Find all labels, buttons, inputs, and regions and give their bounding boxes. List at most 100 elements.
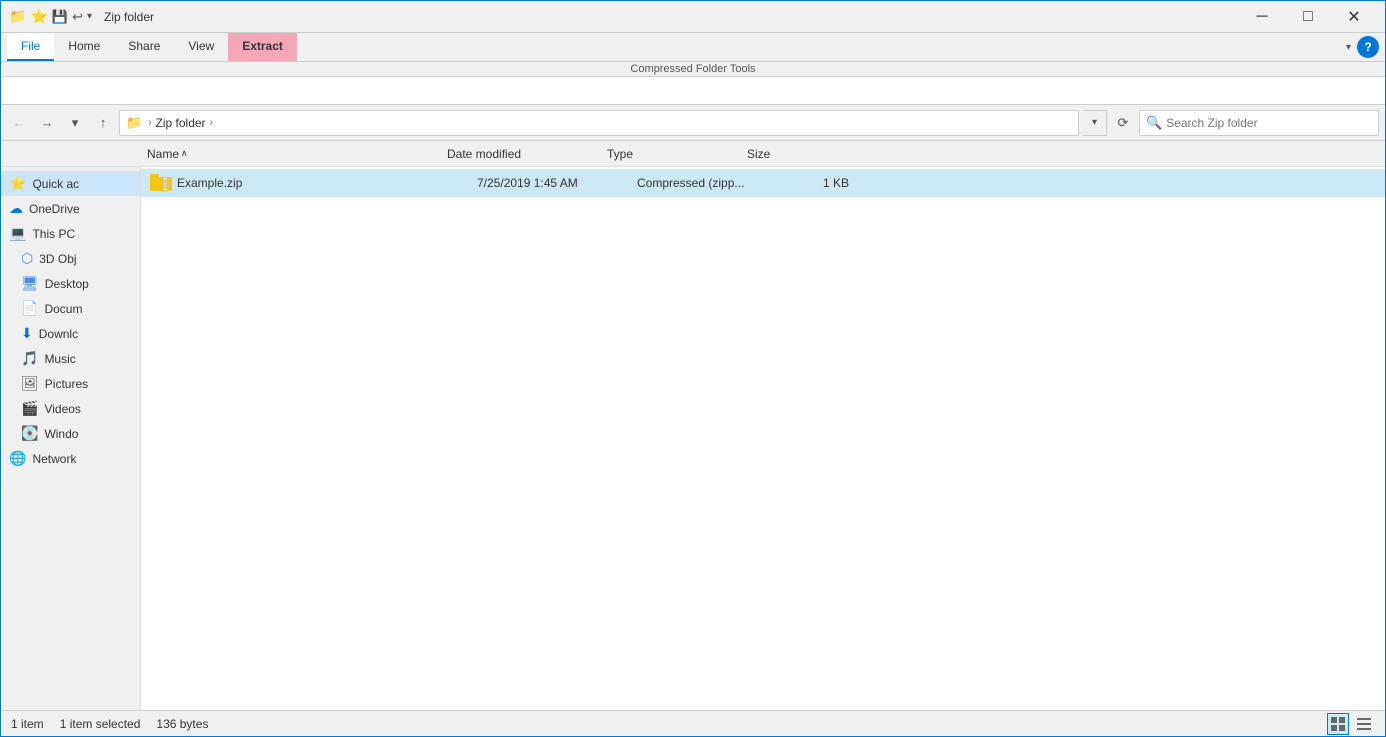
undo-icon: ↩ (72, 9, 83, 25)
sidebar-item-music[interactable]: 🎵 Music (1, 346, 140, 371)
view-details-button[interactable] (1327, 713, 1349, 735)
column-header-type[interactable]: Type (601, 147, 741, 161)
sidebar-item-documents[interactable]: 📄 Docum (1, 296, 140, 321)
sidebar-item-windows[interactable]: 💽 Windo (1, 421, 140, 446)
back-button[interactable]: ← (7, 111, 31, 135)
sidebar-music-label: Music (44, 352, 75, 366)
downloads-icon: ⬇ (21, 325, 33, 342)
network-icon: 🌐 (9, 450, 26, 467)
zip-file-icon (150, 173, 172, 193)
sidebar-network-label: Network (32, 452, 76, 466)
dropdown-expand-icon[interactable]: ▾ (1346, 42, 1351, 53)
sidebar-desktop-label: Desktop (45, 277, 89, 291)
file-size: 1 KB (777, 176, 857, 190)
sidebar-videos-label: Videos (44, 402, 80, 416)
sort-icon: ∧ (181, 148, 188, 159)
videos-icon: 🎬 (21, 400, 38, 417)
address-chevron: › (148, 117, 151, 128)
sidebar-item-desktop[interactable]: 🖥 Desktop (1, 271, 140, 296)
title-bar: 📁 ⭐ 💾 ↩ ▾ Zip folder ─ □ ✕ (1, 1, 1385, 33)
quick-access-icon: ⭐ (30, 8, 47, 25)
close-button[interactable]: ✕ (1331, 1, 1377, 33)
column-header-name[interactable]: Name ∧ (141, 147, 441, 161)
desktop-icon: 🖥 (21, 275, 39, 292)
status-info: 1 item 1 item selected 136 bytes (11, 717, 208, 731)
star-icon: ⭐ (9, 175, 26, 192)
title-bar-controls: ─ □ ✕ (1239, 1, 1377, 33)
sidebar: ⭐ Quick ac ☁ OneDrive 💻 This PC ⬡ 3D Obj… (1, 167, 141, 710)
windows-icon: 💽 (21, 425, 38, 442)
sidebar-item-quick-access[interactable]: ⭐ Quick ac (1, 171, 140, 196)
file-list: Example.zip 7/25/2019 1:45 AM Compressed… (141, 167, 1385, 710)
3dobjects-icon: ⬡ (21, 250, 33, 267)
forward-button[interactable]: → (35, 111, 59, 135)
sidebar-thispc-label: This PC (32, 227, 75, 241)
help-button[interactable]: ? (1357, 36, 1379, 58)
refresh-button[interactable]: ⟳ (1111, 111, 1135, 135)
pictures-icon: 🖼 (21, 375, 39, 392)
tab-file[interactable]: File (7, 33, 54, 61)
column-header-size[interactable]: Size (741, 147, 821, 161)
sidebar-item-3dobjects[interactable]: ⬡ 3D Obj (1, 246, 140, 271)
onedrive-icon: ☁ (9, 200, 23, 217)
address-path: 📁 › Zip folder › (126, 115, 215, 131)
sidebar-3dobjects-label: 3D Obj (39, 252, 76, 266)
sidebar-pictures-label: Pictures (45, 377, 88, 391)
thispc-icon: 💻 (9, 225, 26, 242)
address-bar[interactable]: 📁 › Zip folder › (119, 110, 1079, 136)
sidebar-documents-label: Docum (44, 302, 82, 316)
table-row[interactable]: Example.zip 7/25/2019 1:45 AM Compressed… (141, 169, 1385, 197)
folder-icon: 📁 (9, 8, 26, 25)
ribbon-tab-row: File Home Share View Extract ▾ ? (1, 33, 1385, 62)
dropdown-arrow-icon: ▾ (87, 11, 92, 22)
search-box[interactable]: 🔍 (1139, 110, 1379, 136)
minimize-button[interactable]: ─ (1239, 1, 1285, 33)
save-icon: 💾 (52, 9, 68, 25)
documents-icon: 📄 (21, 300, 38, 317)
details-view-icon (1330, 716, 1346, 732)
sidebar-item-network[interactable]: 🌐 Network (1, 446, 140, 471)
sidebar-item-onedrive[interactable]: ☁ OneDrive (1, 196, 140, 221)
sidebar-onedrive-label: OneDrive (29, 202, 80, 216)
column-header-date[interactable]: Date modified (441, 147, 601, 161)
file-type: Compressed (zipp... (637, 176, 777, 190)
compressed-folder-tools-label: Compressed Folder Tools (1, 62, 1385, 77)
title-bar-title: Zip folder (104, 10, 154, 24)
up-button[interactable]: ↑ (91, 111, 115, 135)
selected-count: 1 item selected (60, 717, 141, 731)
sidebar-windows-label: Windo (44, 427, 78, 441)
sidebar-item-thispc[interactable]: 💻 This PC (1, 221, 140, 246)
sidebar-item-pictures[interactable]: 🖼 Pictures (1, 371, 140, 396)
selected-size: 136 bytes (156, 717, 208, 731)
tab-share[interactable]: Share (114, 33, 174, 61)
sidebar-downloads-label: Downlc (39, 327, 78, 341)
tab-home[interactable]: Home (54, 33, 114, 61)
item-count: 1 item (11, 717, 44, 731)
sidebar-item-downloads[interactable]: ⬇ Downlc (1, 321, 140, 346)
address-zip-folder: Zip folder (156, 116, 206, 130)
tab-view[interactable]: View (174, 33, 228, 61)
file-name: Example.zip (177, 176, 477, 190)
title-bar-left: 📁 ⭐ 💾 ↩ ▾ Zip folder (9, 8, 154, 25)
search-input[interactable] (1166, 116, 1372, 130)
list-view-icon (1356, 716, 1372, 732)
sidebar-item-videos[interactable]: 🎬 Videos (1, 396, 140, 421)
toolbar-row (1, 77, 1385, 105)
recent-locations-button[interactable]: ▾ (63, 111, 87, 135)
tab-extract[interactable]: Extract (228, 33, 297, 61)
maximize-button[interactable]: □ (1285, 1, 1331, 33)
file-icon (149, 171, 173, 195)
main-content: ⭐ Quick ac ☁ OneDrive 💻 This PC ⬡ 3D Obj… (1, 167, 1385, 710)
column-headers: Name ∧ Date modified Type Size (1, 141, 1385, 167)
address-bar-row: ← → ▾ ↑ 📁 › Zip folder › ▾ ⟳ 🔍 (1, 105, 1385, 141)
address-dropdown-button[interactable]: ▾ (1083, 110, 1107, 136)
view-list-button[interactable] (1353, 713, 1375, 735)
status-bar: 1 item 1 item selected 136 bytes (1, 710, 1385, 736)
search-icon: 🔍 (1146, 115, 1162, 131)
view-toggle-buttons (1327, 713, 1375, 735)
sidebar-quick-access-label: Quick ac (32, 177, 79, 191)
file-date: 7/25/2019 1:45 AM (477, 176, 637, 190)
address-folder-icon: 📁 (126, 115, 142, 131)
music-icon: 🎵 (21, 350, 38, 367)
address-chevron2: › (210, 117, 213, 128)
